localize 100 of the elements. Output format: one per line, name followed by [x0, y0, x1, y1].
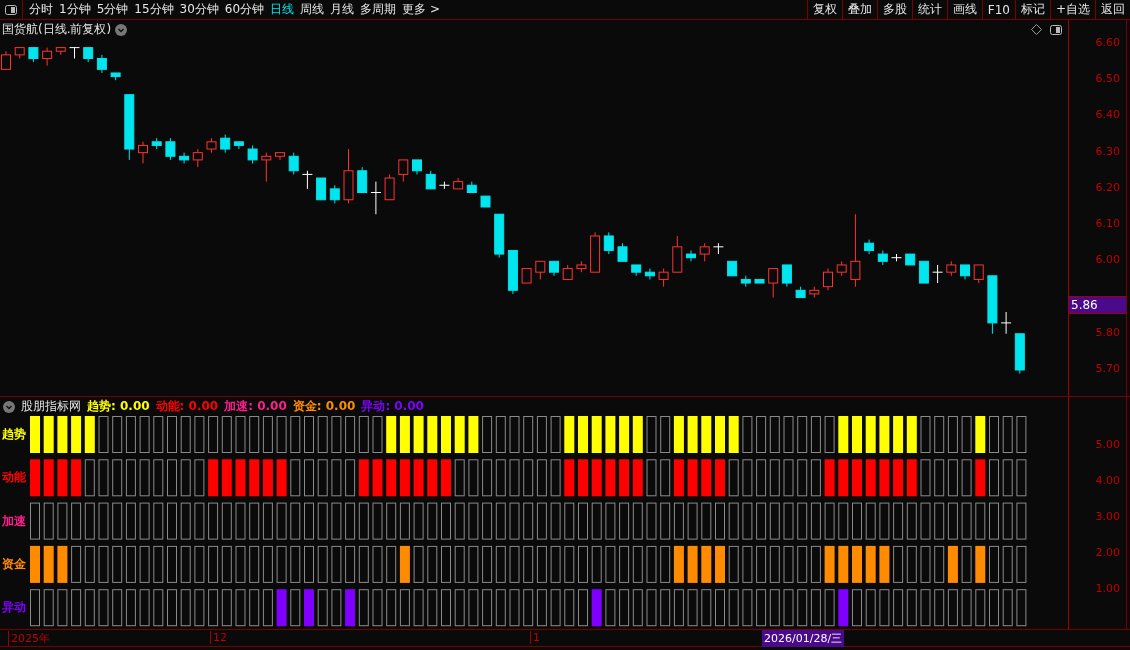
candle — [83, 47, 94, 63]
candle — [110, 72, 121, 81]
axis-label: 6.20 — [1095, 180, 1120, 194]
toolbar-button[interactable]: 复权 — [806, 0, 842, 19]
candle — [672, 235, 683, 273]
axis-label: 1.00 — [1095, 582, 1120, 595]
dropdown-icon[interactable] — [115, 23, 128, 36]
toolbar-button[interactable]: 叠加 — [841, 0, 877, 19]
period-tab[interactable]: 1分钟 — [56, 0, 94, 19]
toolbar-button[interactable]: +自选 — [1049, 0, 1095, 19]
candle — [384, 173, 395, 201]
candle — [1014, 333, 1025, 375]
indicator-readout: 动能: 0.00 — [155, 398, 219, 415]
candle — [644, 268, 655, 280]
chart-title: 国货航(日线.前复权) — [2, 21, 112, 38]
date-label: 1 — [530, 631, 540, 644]
current-price-tag: 5.86 — [1069, 296, 1126, 314]
period-tab[interactable]: 分时 — [26, 0, 56, 19]
candle — [836, 260, 847, 277]
period-tab[interactable]: 更多 > — [399, 0, 443, 19]
candle — [727, 260, 738, 277]
candle — [617, 242, 628, 262]
candle — [809, 286, 820, 299]
candle — [549, 260, 559, 277]
candle — [781, 264, 792, 288]
axis-label: 6.00 — [1095, 253, 1120, 267]
toolbar-button[interactable]: 返回 — [1095, 0, 1130, 19]
candle — [206, 137, 217, 154]
candle — [507, 249, 518, 295]
candle — [165, 137, 176, 161]
indicator-readout: 资金: 0.00 — [292, 398, 356, 415]
axis-label: 6.40 — [1095, 108, 1120, 122]
axis-label: 6.10 — [1095, 217, 1120, 231]
candle — [686, 249, 696, 262]
toolbar-button[interactable]: 多股 — [876, 0, 912, 19]
axis-label: 5.80 — [1095, 325, 1120, 339]
candle — [425, 170, 436, 190]
candle — [316, 177, 327, 201]
candle — [535, 260, 546, 280]
period-tab[interactable]: 多周期 — [357, 0, 400, 19]
candle — [96, 54, 107, 74]
axis-label: 2.00 — [1095, 546, 1120, 559]
candle — [562, 264, 573, 280]
period-tab[interactable]: 日线 — [267, 0, 298, 19]
candle — [768, 268, 779, 299]
period-tab[interactable]: 月线 — [327, 0, 358, 19]
candle — [329, 184, 340, 204]
candle — [453, 177, 464, 190]
candle — [590, 231, 601, 273]
candle — [932, 264, 944, 284]
candle — [864, 239, 875, 255]
candle — [960, 264, 970, 280]
candle — [247, 144, 258, 165]
candle — [699, 242, 710, 262]
panel-icon[interactable] — [1050, 24, 1062, 35]
period-tab[interactable]: 15分钟 — [131, 0, 177, 19]
candle — [357, 166, 368, 193]
candle — [438, 181, 450, 190]
candle — [494, 213, 505, 259]
panel-icon — [5, 4, 17, 15]
period-tab[interactable]: 30分钟 — [176, 0, 222, 19]
indicator-readout: 趋势: 0.00 — [87, 398, 150, 415]
candle — [905, 253, 916, 266]
axis-label: 5.00 — [1095, 438, 1120, 451]
toolbar-button[interactable]: 统计 — [911, 0, 947, 19]
period-tab[interactable]: 周线 — [297, 0, 328, 19]
axis-label: 3.00 — [1095, 510, 1120, 523]
dropdown-icon[interactable] — [3, 400, 15, 413]
candle — [398, 159, 409, 183]
candle — [466, 181, 477, 193]
candle — [658, 268, 669, 288]
candle — [412, 159, 422, 175]
candle — [712, 242, 724, 255]
candle — [220, 134, 231, 154]
candle — [877, 249, 888, 266]
candle — [288, 152, 299, 175]
period-tab[interactable]: 5分钟 — [93, 0, 132, 19]
candle — [69, 47, 80, 59]
candle — [301, 170, 313, 190]
row-label: 资金 — [2, 555, 26, 573]
toolbar-button[interactable]: 画线 — [946, 0, 982, 19]
candle — [946, 260, 957, 277]
candle — [275, 152, 285, 161]
period-tab[interactable]: 60分钟 — [221, 0, 268, 19]
date-label: 2025年 — [8, 631, 50, 646]
candle — [343, 148, 354, 204]
candle — [891, 253, 902, 262]
axis-label: 6.30 — [1095, 144, 1120, 158]
axis-label: 4.00 — [1095, 474, 1120, 487]
toolbar-button[interactable]: 标记 — [1014, 0, 1050, 19]
row-label: 趋势 — [2, 426, 26, 443]
candle — [480, 195, 491, 208]
candle — [576, 260, 587, 273]
candle — [138, 141, 148, 165]
diamond-icon[interactable] — [1031, 24, 1042, 35]
toolbar-button[interactable]: F10 — [981, 0, 1015, 19]
candle — [973, 264, 984, 284]
candle — [261, 152, 272, 183]
indicator-readout: 加速: 0.00 — [224, 398, 287, 415]
candle — [1000, 311, 1012, 335]
